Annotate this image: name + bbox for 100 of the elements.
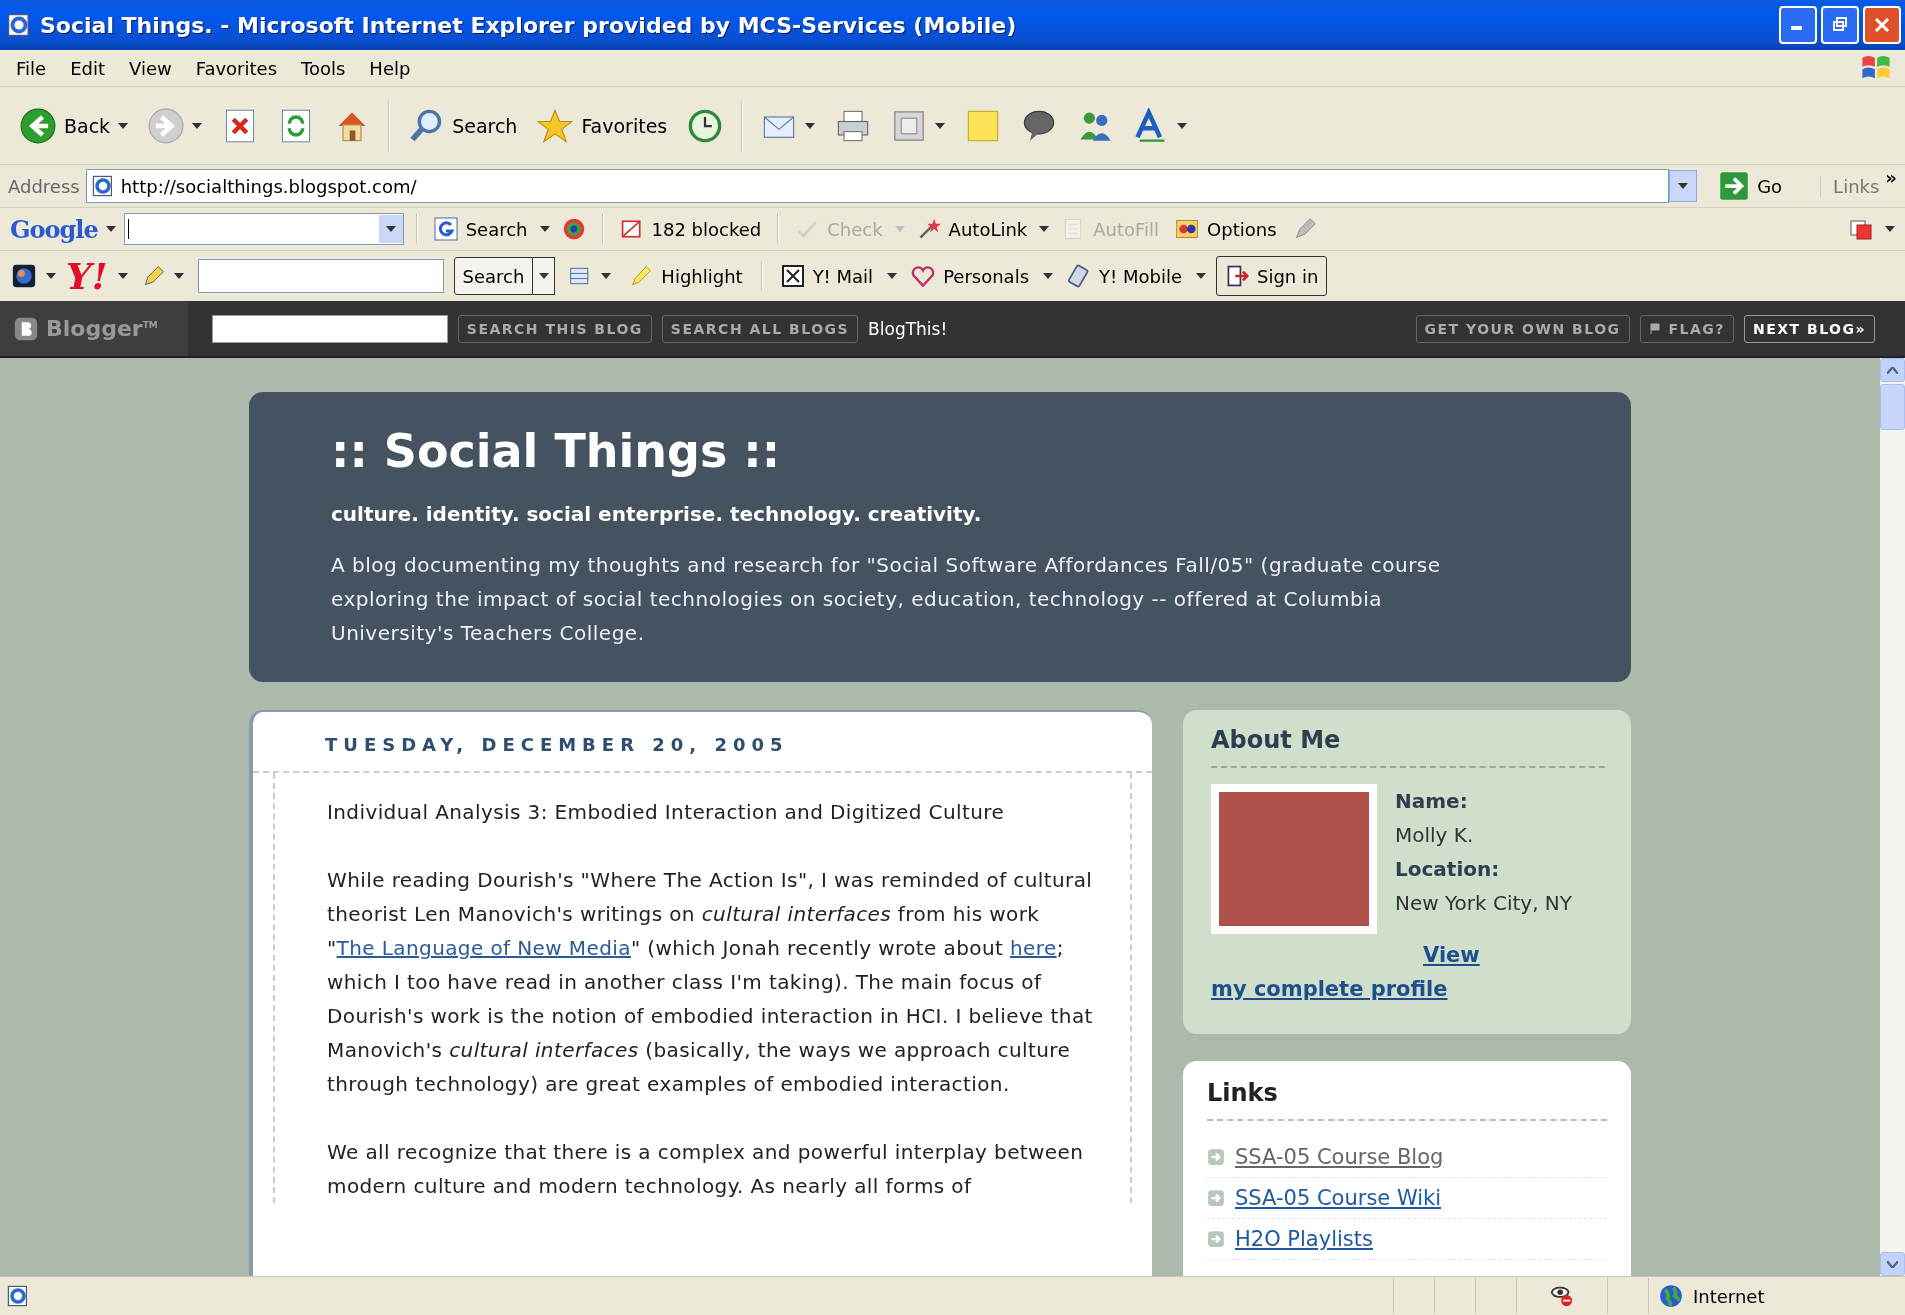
menu-item[interactable]: View (119, 57, 186, 79)
letter-b-icon (14, 316, 38, 341)
caret-icon[interactable] (173, 273, 184, 279)
search-button[interactable]: Search (429, 215, 532, 243)
sign-in-icon (1225, 264, 1249, 288)
letter-g-icon (433, 217, 458, 241)
caret-icon[interactable] (1885, 226, 1895, 232)
eye-icon (1550, 1284, 1574, 1308)
caret-icon[interactable] (1196, 273, 1206, 279)
flag-button[interactable]: FLAG? (1639, 314, 1734, 343)
text-link[interactable]: here (1010, 936, 1057, 960)
search-button[interactable]: SEARCH ALL BLOGS (661, 314, 859, 343)
popup-button[interactable]: 182 blocked (615, 215, 766, 243)
back-button[interactable]: Back (14, 105, 135, 146)
name-label: Name: (1395, 788, 1469, 815)
menu-item[interactable]: Tools (291, 57, 360, 79)
sidebar-link[interactable]: H2O Playlists (1235, 1227, 1373, 1251)
scroll-thumb[interactable] (1880, 384, 1905, 430)
circle-icon (561, 217, 586, 241)
post-date: TUESDAY, DECEMBER 20, 2005 (253, 712, 1152, 773)
google-logo[interactable]: Google (10, 214, 98, 244)
search-button[interactable]: SEARCH THIS BLOG (457, 314, 652, 343)
options-icon (1175, 217, 1200, 241)
address-label: Address (8, 175, 80, 197)
flag-icon (1648, 322, 1661, 335)
get-blog-button[interactable]: GET YOUR OWN BLOG (1415, 314, 1630, 343)
post-paragraph: While reading Dourish's "Where The Action Is", I was reminded of cultural theorist Len Manovich's writings on cultural interfaces from his work "The Language of New Media" (which Jonah recently wrote about here; which I too have read in another class I'm taking). The main focus of Dourish's work is the notion of embodied interaction in HCI. I believe that Manovich's cultural interfaces (basically, the ways we approach culture through technology) are great examples of embodied interaction. (327, 867, 1094, 1098)
caret-icon[interactable] (1043, 273, 1054, 279)
text-link[interactable]: The Language of New Media (336, 936, 631, 960)
star-icon (537, 107, 574, 144)
highlight-button[interactable]: Highlight (625, 262, 747, 290)
dropdown-button[interactable] (533, 257, 556, 295)
next-blog-button[interactable]: NEXT BLOG» (1743, 314, 1875, 343)
caret-icon[interactable] (117, 273, 128, 279)
arrow-bullet-icon (1207, 1189, 1225, 1207)
minimize-button[interactable] (1779, 6, 1817, 44)
caret-icon[interactable] (1177, 122, 1188, 129)
scroll-down-button[interactable] (1880, 1252, 1905, 1276)
restore-button[interactable] (1821, 6, 1859, 44)
blogger-logo[interactable]: Blogger$^{TM}$ (0, 301, 188, 356)
menu-item[interactable]: Favorites (185, 57, 291, 79)
options-button[interactable]: Options (1171, 215, 1281, 243)
more-button[interactable]: » (1885, 167, 1897, 188)
go-button[interactable]: Go (1713, 170, 1789, 202)
sidebar-link[interactable]: SSA-05 Course Wiki (1235, 1186, 1442, 1210)
caret-icon[interactable] (118, 122, 129, 129)
search-field[interactable] (197, 259, 444, 293)
caret-icon[interactable] (887, 273, 898, 279)
caret-icon[interactable] (105, 226, 116, 232)
yahoo-logo[interactable]: Y! (66, 255, 108, 297)
address-field[interactable]: http://socialthings.blogspot.com/ (85, 169, 1670, 203)
mobile-button[interactable]: Y! Mobile (1063, 262, 1186, 290)
menu-item[interactable]: File (6, 57, 61, 79)
name-value: Molly K. (1395, 822, 1475, 849)
globe-icon (1659, 1284, 1683, 1308)
search-button[interactable]: Search (453, 257, 534, 295)
personals-button[interactable]: Personals (907, 262, 1034, 290)
blog-description: A blog documenting my thoughts and research for "Social Software Affordances Fall/05" (graduate course exploring the impact of social technologies on society, education, technology -- offered at Columbia University's Teachers College. (331, 552, 1442, 647)
search-field[interactable] (211, 314, 448, 343)
arrow-bullet-icon (1207, 1230, 1225, 1248)
search-button[interactable]: Search (402, 105, 524, 146)
security-zone: Internet (1693, 1285, 1765, 1307)
caret-icon[interactable] (46, 273, 56, 279)
profile-link[interactable]: View my complete profile (1211, 938, 1511, 1006)
caret-icon[interactable] (192, 122, 203, 129)
window-title: Social Things. - Microsoft Internet Explorer provided by MCS-Services (Mobile) (40, 12, 1017, 38)
caret-icon[interactable] (805, 122, 816, 129)
chevron-down-icon (1887, 1260, 1898, 1268)
section-heading: Links (1207, 1079, 1607, 1121)
caret-icon[interactable] (1039, 226, 1050, 232)
autolink-button[interactable]: AutoLink (912, 215, 1032, 243)
menu-item[interactable]: Edit (60, 57, 119, 79)
location-label: Location: (1395, 856, 1501, 883)
search-field[interactable] (123, 213, 404, 245)
caret-icon[interactable] (539, 226, 550, 232)
menu-item[interactable]: Help (359, 57, 425, 79)
sidebar-link[interactable]: SSA-05 Course Blog (1235, 1145, 1444, 1169)
caret-icon[interactable] (385, 226, 396, 232)
scroll-up-button[interactable] (1880, 358, 1905, 382)
caret-icon[interactable] (935, 122, 946, 129)
location-value: New York City, NY (1395, 890, 1573, 917)
signin-button[interactable]: Sign in (1216, 256, 1328, 296)
post-paragraph: We all recognize that there is a complex and powerful interplay between modern culture and modern technology. As nearly all forms of (327, 1139, 1085, 1200)
minimize-icon (1791, 26, 1802, 30)
caret-icon[interactable] (1678, 183, 1689, 189)
blogthis-link[interactable]: BlogThis! (868, 318, 948, 339)
caret-icon[interactable] (601, 273, 612, 279)
round-logo-icon (12, 264, 36, 288)
dropdown-button[interactable] (1669, 170, 1698, 202)
post-paragraph: Individual Analysis 3: Embodied Interaction and Digitized Culture (327, 799, 1006, 826)
favorites-button[interactable]: Favorites (531, 105, 674, 146)
close-button[interactable] (1863, 6, 1901, 44)
blog-title[interactable]: :: Social Things :: (331, 424, 1501, 478)
section-heading: About Me (1211, 726, 1605, 768)
arrow-bullet-icon (1207, 1148, 1225, 1166)
scrollbar[interactable] (1880, 358, 1905, 1276)
heart-icon (911, 264, 936, 288)
mail-button[interactable]: Y! Mail (776, 262, 878, 290)
caret-icon[interactable] (538, 273, 549, 279)
links-button[interactable]: Links (1820, 175, 1880, 197)
